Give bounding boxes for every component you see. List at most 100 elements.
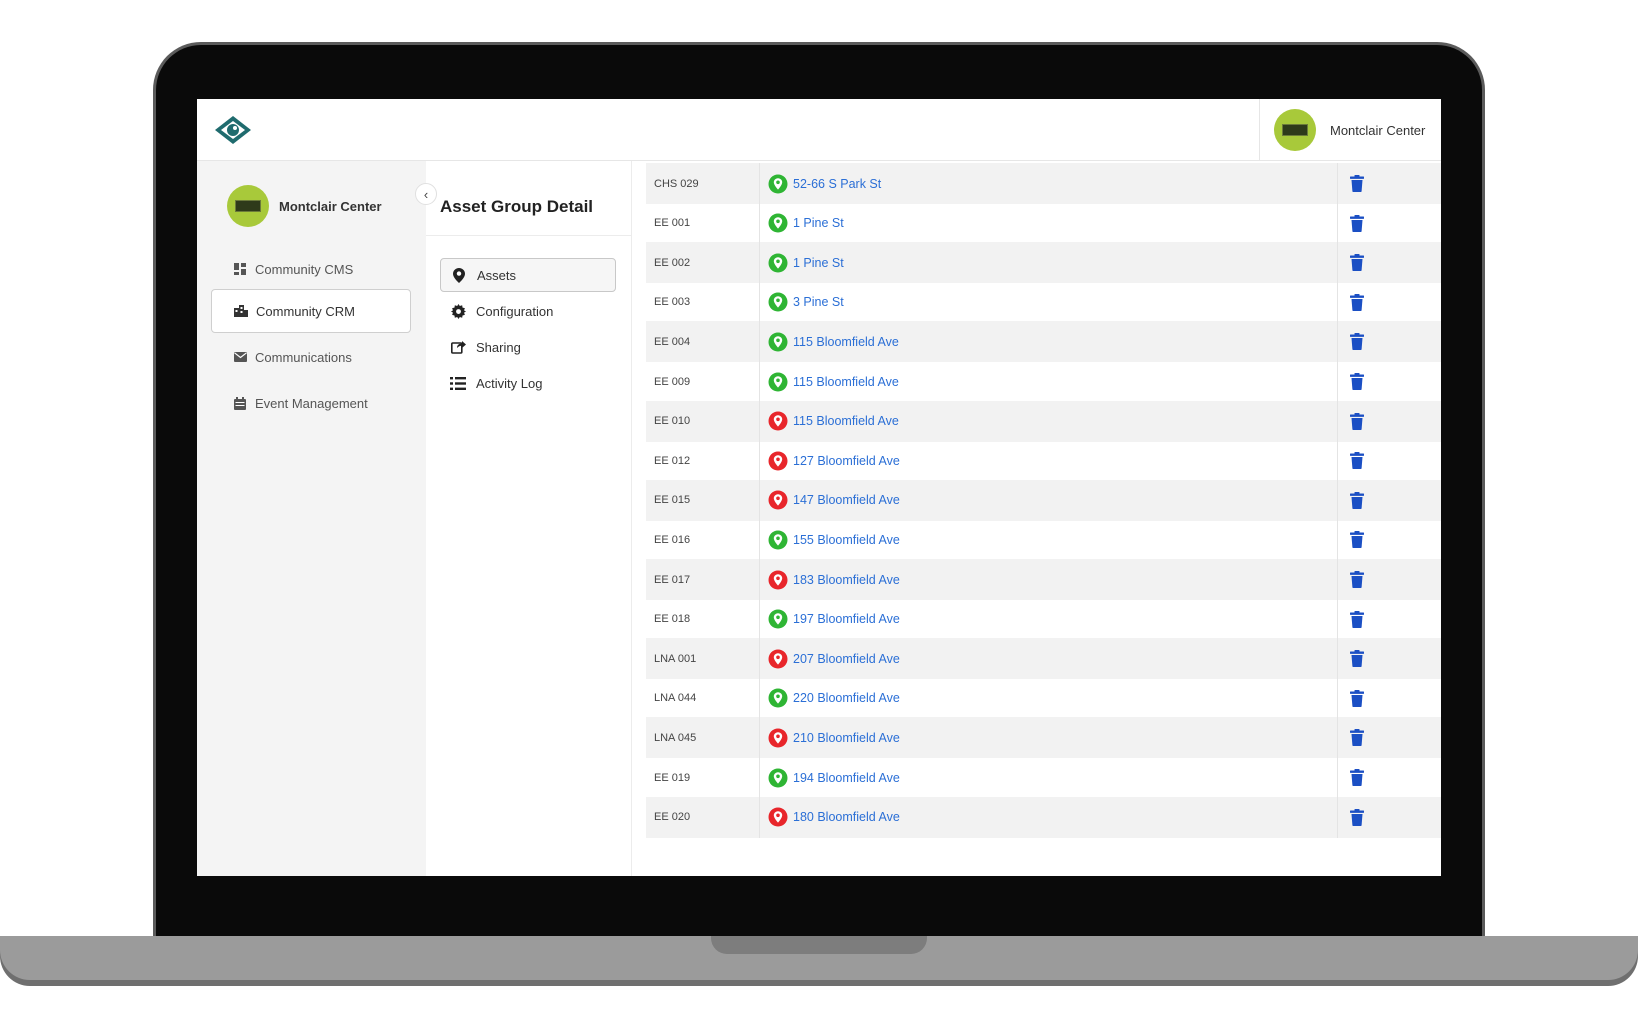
trash-icon[interactable] (1350, 531, 1364, 549)
asset-code: EE 015 (646, 479, 760, 521)
asset-address-link[interactable]: 207 Bloomfield Ave (793, 652, 900, 666)
avatar (1274, 109, 1316, 151)
asset-code: EE 016 (646, 519, 760, 561)
tab-label: Configuration (476, 303, 554, 319)
asset-address-link[interactable]: 115 Bloomfield Ave (793, 414, 899, 428)
sidebar-item-label: Community CRM (256, 303, 355, 319)
gear-icon (450, 303, 466, 319)
sidebar-item-community-crm[interactable]: Community CRM (211, 289, 411, 333)
asset-address-link[interactable]: 52-66 S Park St (793, 177, 881, 191)
sidebar-item-community-cms[interactable]: Community CMS (211, 247, 411, 291)
asset-address-link[interactable]: 155 Bloomfield Ave (793, 533, 900, 547)
table-row: CHS 029 52-66 S Park St (646, 163, 1441, 204)
asset-address-link[interactable]: 194 Bloomfield Ave (793, 771, 900, 785)
tab-sharing[interactable]: Sharing (440, 330, 616, 364)
status-pin-icon (768, 253, 788, 273)
trash-icon[interactable] (1350, 610, 1364, 628)
row-actions (1338, 797, 1441, 838)
status-pin-icon (768, 649, 788, 669)
status-pin-icon (768, 411, 788, 431)
asset-address-cell: 180 Bloomfield Ave (760, 796, 1338, 838)
detail-panel: Asset Group Detail Assets Configuration … (426, 161, 632, 876)
row-actions (1338, 401, 1441, 442)
eye-icon[interactable] (213, 113, 253, 147)
list-icon (450, 375, 466, 391)
asset-address-link[interactable]: 115 Bloomfield Ave (793, 375, 899, 389)
row-actions (1338, 559, 1441, 600)
asset-code: EE 019 (646, 757, 760, 798)
status-pin-icon (768, 213, 788, 233)
row-actions (1338, 440, 1441, 481)
table-row: EE 002 1 Pine St (646, 242, 1441, 284)
asset-address-link[interactable]: 197 Bloomfield Ave (793, 612, 900, 626)
asset-code: EE 020 (646, 796, 760, 838)
asset-address-cell: 183 Bloomfield Ave (760, 559, 1338, 600)
row-actions (1338, 638, 1441, 679)
asset-address-link[interactable]: 3 Pine St (793, 295, 844, 309)
asset-address-cell: 127 Bloomfield Ave (760, 440, 1338, 482)
trash-icon[interactable] (1350, 214, 1364, 232)
table-row: EE 009 115 Bloomfield Ave (646, 361, 1441, 402)
top-bar: Montclair Center (197, 99, 1441, 161)
trash-icon[interactable] (1350, 769, 1364, 786)
table-row: LNA 044 220 Bloomfield Ave (646, 677, 1441, 719)
trash-icon[interactable] (1350, 808, 1364, 826)
app-screen: Montclair Center Montclair Center Commun… (197, 99, 1441, 876)
status-pin-icon (768, 609, 788, 629)
tab-label: Assets (477, 267, 517, 283)
trash-icon[interactable] (1350, 412, 1364, 430)
status-pin-icon (768, 332, 788, 352)
asset-address-cell: 3 Pine St (760, 281, 1338, 323)
status-pin-icon (768, 292, 788, 312)
asset-address-cell: 1 Pine St (760, 202, 1338, 244)
trash-icon[interactable] (1350, 373, 1364, 390)
sidebar-item-event-management[interactable]: Event Management (211, 381, 411, 425)
sidebar-item-label: Event Management (255, 395, 368, 411)
asset-address-link[interactable]: 183 Bloomfield Ave (793, 573, 900, 587)
row-actions (1338, 163, 1441, 204)
asset-address-link[interactable]: 1 Pine St (793, 216, 844, 230)
trash-icon[interactable] (1350, 254, 1364, 272)
trash-icon[interactable] (1350, 333, 1364, 351)
row-actions (1338, 757, 1441, 798)
status-pin-icon (768, 174, 788, 193)
trash-icon[interactable] (1350, 175, 1364, 192)
asset-code: EE 010 (646, 400, 760, 442)
tab-assets[interactable]: Assets (440, 258, 616, 292)
asset-address-link[interactable]: 115 Bloomfield Ave (793, 335, 899, 349)
trash-icon[interactable] (1350, 293, 1364, 311)
asset-address-link[interactable]: 147 Bloomfield Ave (793, 493, 900, 507)
table-row: EE 015 147 Bloomfield Ave (646, 479, 1441, 521)
sidebar-item-communications[interactable]: Communications (211, 335, 411, 379)
asset-address-link[interactable]: 220 Bloomfield Ave (793, 691, 900, 705)
row-actions (1338, 519, 1441, 560)
row-actions (1338, 599, 1441, 640)
asset-code: CHS 029 (646, 163, 760, 204)
trash-icon[interactable] (1350, 650, 1364, 668)
trash-icon[interactable] (1350, 571, 1364, 588)
asset-address-link[interactable]: 1 Pine St (793, 256, 844, 270)
tab-configuration[interactable]: Configuration (440, 294, 616, 328)
assets-table: CHS 029 52-66 S Park St EE 001 1 Pine St… (646, 161, 1441, 876)
asset-address-link[interactable]: 180 Bloomfield Ave (793, 810, 900, 824)
table-row: EE 003 3 Pine St (646, 281, 1441, 323)
status-pin-icon (768, 530, 788, 550)
account-menu[interactable]: Montclair Center (1259, 99, 1441, 161)
tab-activity-log[interactable]: Activity Log (440, 366, 616, 400)
status-pin-icon (768, 372, 788, 391)
avatar (227, 185, 269, 227)
trash-icon[interactable] (1350, 689, 1364, 707)
trash-icon[interactable] (1350, 452, 1364, 470)
calendar-icon (233, 396, 247, 410)
status-pin-icon (768, 768, 788, 787)
sidebar-item-label: Communications (255, 349, 352, 365)
trash-icon[interactable] (1350, 729, 1364, 747)
collapse-sidebar-button[interactable]: ‹ (415, 183, 437, 205)
sidebar: Montclair Center Community CMS Community… (197, 161, 426, 876)
status-pin-icon (768, 688, 788, 708)
trash-icon[interactable] (1350, 491, 1364, 509)
asset-address-link[interactable]: 210 Bloomfield Ave (793, 731, 900, 745)
building-icon (234, 304, 248, 318)
asset-address-link[interactable]: 127 Bloomfield Ave (793, 454, 900, 468)
asset-code: LNA 045 (646, 717, 760, 759)
